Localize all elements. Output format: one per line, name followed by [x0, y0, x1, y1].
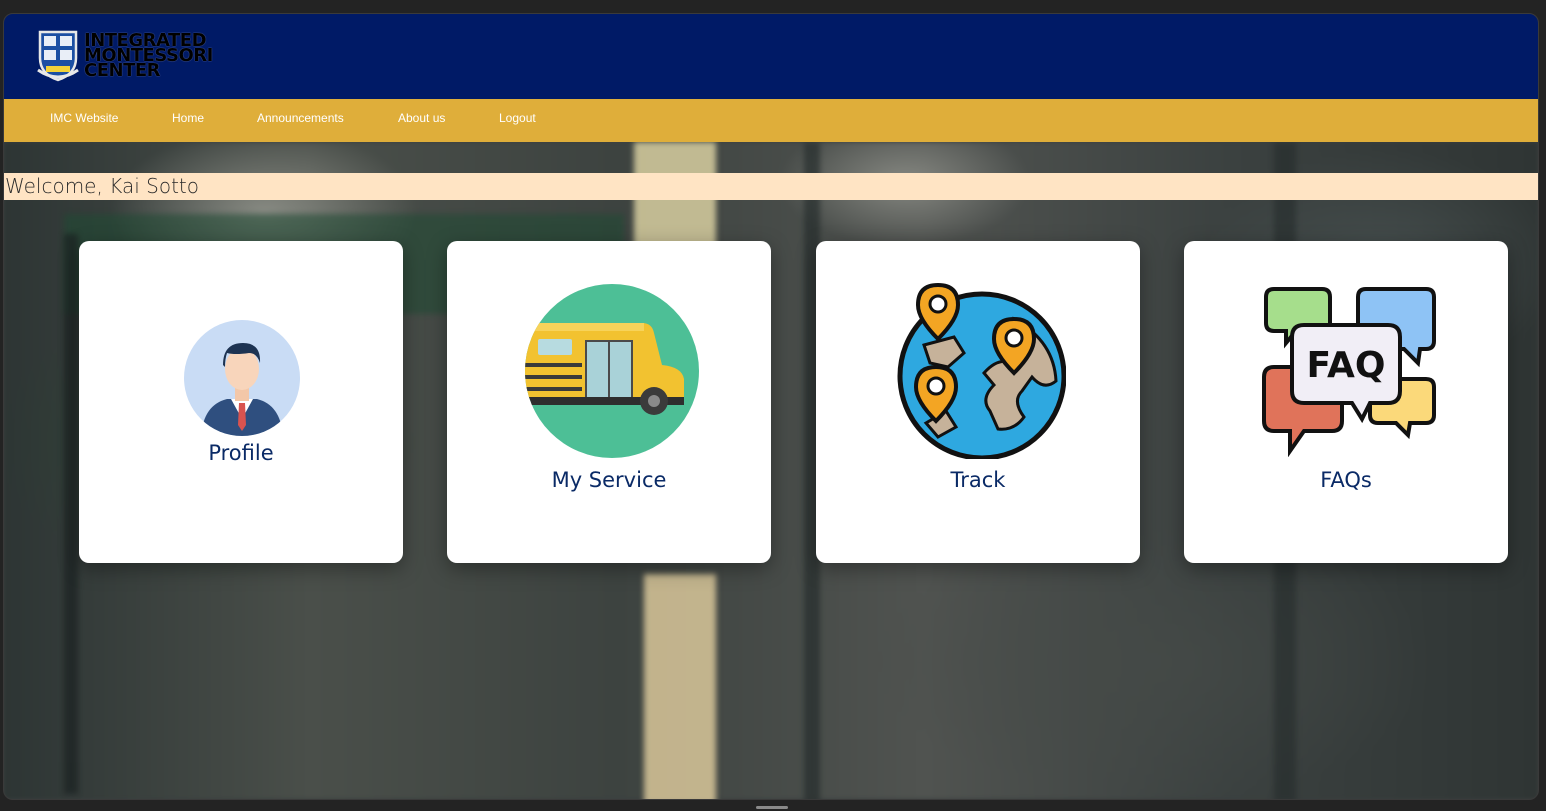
resize-handle[interactable] [756, 806, 788, 809]
site-header: INTEGRATED MONTESSORI CENTER [4, 14, 1538, 99]
welcome-banner: Welcome, Kai Sotto [4, 173, 1538, 200]
profile-icon [184, 320, 300, 436]
browser-window: INTEGRATED MONTESSORI CENTER IMC Website… [3, 13, 1539, 800]
card-faqs-label: FAQs [1320, 468, 1372, 492]
card-profile-label: Profile [208, 441, 274, 465]
nav-announcements[interactable]: Announcements [257, 99, 344, 142]
card-my-service-label: My Service [551, 468, 667, 492]
nav-imc-website[interactable]: IMC Website [50, 99, 118, 142]
imc-logo[interactable]: INTEGRATED MONTESSORI CENTER [36, 28, 213, 82]
nav-home[interactable]: Home [172, 99, 204, 142]
card-track[interactable]: Track [816, 241, 1140, 563]
svg-text:FAQ: FAQ [1307, 345, 1386, 386]
faq-chat-bubbles-icon: FAQ [1262, 287, 1436, 457]
card-faqs[interactable]: FAQ FAQs [1184, 241, 1508, 563]
card-my-service[interactable]: My Service [447, 241, 771, 563]
card-track-label: Track [950, 468, 1006, 492]
main-nav: IMC Website Home Announcements About us … [4, 99, 1538, 142]
logo-wordmark: INTEGRATED MONTESSORI CENTER [84, 29, 213, 81]
nav-about-us[interactable]: About us [398, 99, 445, 142]
school-crest-icon [36, 28, 80, 82]
globe-map-pin-icon [897, 282, 1066, 459]
card-profile[interactable]: Profile [79, 241, 403, 563]
nav-logout[interactable]: Logout [499, 99, 536, 142]
school-bus-icon [525, 284, 699, 458]
